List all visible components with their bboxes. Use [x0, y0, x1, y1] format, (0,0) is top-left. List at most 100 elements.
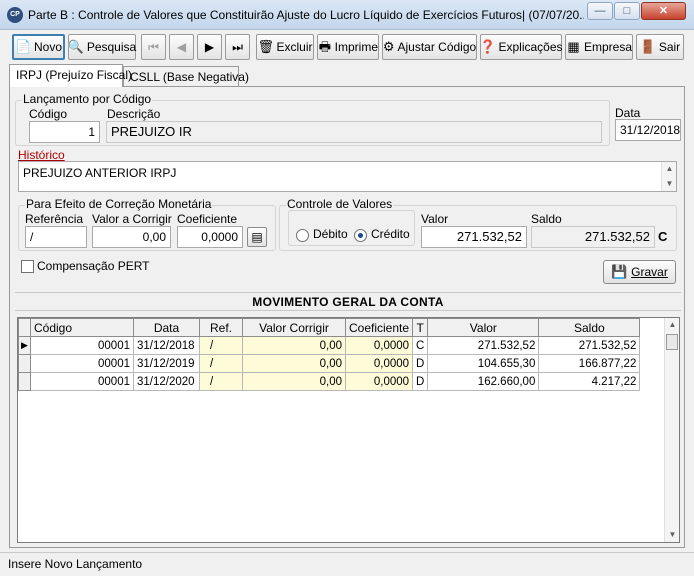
cell-saldo[interactable]: 4.217,22: [538, 372, 641, 391]
cell-tipo[interactable]: C: [412, 336, 429, 355]
table-header-row: Código Data Ref. Valor Corrigir Coeficie…: [18, 318, 641, 337]
historico-text: PREJUIZO ANTERIOR IRPJ: [23, 166, 177, 180]
col-header-tipo[interactable]: T: [412, 318, 429, 337]
cell-data[interactable]: 31/12/2019: [133, 354, 200, 373]
col-header-codigo[interactable]: Código: [30, 318, 134, 337]
minimize-button[interactable]: —: [587, 2, 613, 20]
data-label: Data: [615, 106, 641, 120]
cell-valor[interactable]: 271.532,52: [427, 336, 540, 355]
cell-coeficiente[interactable]: 0,0000: [344, 336, 414, 355]
cell-coeficiente[interactable]: 0,0000: [344, 372, 414, 391]
coeficiente-input[interactable]: 0,0000: [177, 226, 243, 248]
cell-tipo[interactable]: D: [412, 372, 429, 391]
lancamento-group-label: Lançamento por Código: [22, 92, 153, 106]
grid-scrollbar[interactable]: ▲ ▼: [664, 318, 679, 542]
historico-textarea[interactable]: PREJUIZO ANTERIOR IRPJ ▲ ▼: [18, 161, 677, 192]
debito-radio[interactable]: [296, 229, 309, 242]
table-row[interactable]: 00001 31/12/2020 / 0,00 0,0000 D 162.660…: [18, 372, 641, 391]
cell-codigo[interactable]: 00001: [30, 336, 134, 355]
table-row[interactable]: ▶ 00001 31/12/2018 / 0,00 0,0000 C 271.5…: [18, 336, 641, 355]
pert-checkbox[interactable]: [21, 260, 34, 273]
cell-codigo[interactable]: 00001: [30, 372, 134, 391]
saldo-field: 271.532,52: [531, 226, 655, 248]
tab-csll[interactable]: CSLL (Base Negativa): [123, 66, 249, 87]
movimento-grid[interactable]: Código Data Ref. Valor Corrigir Coeficie…: [17, 317, 680, 543]
referencia-input[interactable]: /: [25, 226, 87, 248]
pesquisa-button[interactable]: 🔍 Pesquisa: [68, 34, 136, 60]
scroll-up-icon[interactable]: ▲: [662, 162, 676, 176]
col-header-data[interactable]: Data: [133, 318, 200, 337]
historico-label: Histórico: [18, 148, 65, 162]
cell-ref[interactable]: /: [199, 372, 243, 391]
codigo-input[interactable]: 1: [29, 121, 100, 143]
cell-data[interactable]: 31/12/2018: [133, 336, 200, 355]
cell-tipo[interactable]: D: [412, 354, 429, 373]
cell-data[interactable]: 31/12/2020: [133, 372, 200, 391]
current-row-arrow-icon: ▶: [18, 336, 31, 355]
last-record-button[interactable]: ⏭: [225, 34, 250, 60]
calculator-icon[interactable]: ▤: [247, 227, 267, 247]
prev-record-button[interactable]: ◀: [169, 34, 194, 60]
cell-ref[interactable]: /: [199, 354, 243, 373]
descricao-field: PREJUIZO IR: [106, 121, 602, 143]
table-row[interactable]: 00001 31/12/2019 / 0,00 0,0000 D 104.655…: [18, 354, 641, 373]
exit-door-icon: 🚪: [639, 39, 657, 54]
valor-corrigir-input[interactable]: 0,00: [92, 226, 171, 248]
cell-valor[interactable]: 162.660,00: [427, 372, 540, 391]
tab-panel-irpj: Lançamento por Código Código 1 Descrição…: [9, 86, 685, 548]
next-record-button[interactable]: ▶: [197, 34, 222, 60]
cell-valor[interactable]: 104.655,30: [427, 354, 540, 373]
title-bar: CP Parte B : Controle de Valores que Con…: [0, 0, 694, 30]
cell-saldo[interactable]: 166.877,22: [538, 354, 641, 373]
building-icon: ▦: [567, 39, 580, 54]
empresa-button[interactable]: ▦ Empresa: [565, 34, 633, 60]
scroll-down-icon[interactable]: ▼: [662, 177, 676, 191]
credito-label: Crédito: [371, 227, 410, 241]
credito-radio[interactable]: [354, 229, 367, 242]
imprime-label: Imprime: [334, 40, 378, 54]
col-header-valor-corrigir[interactable]: Valor Corrigir: [242, 318, 346, 337]
cell-valor-corrigir[interactable]: 0,00: [242, 354, 346, 373]
historico-scrollbar[interactable]: ▲ ▼: [661, 162, 676, 191]
correcao-group-label: Para Efeito de Correção Monetária: [25, 197, 213, 211]
cell-coeficiente[interactable]: 0,0000: [344, 354, 414, 373]
toolbar: 📄 Novo 🔍 Pesquisa ⏮ ◀ ▶ ⏭ 🗑 Excluir 🖶 Im…: [8, 34, 688, 60]
search-icon: 🔍: [67, 39, 84, 54]
ajustar-codigo-button[interactable]: ⚙ Ajustar Código: [382, 34, 477, 60]
status-bar: Insere Novo Lançamento: [0, 552, 694, 576]
indicator-header: [18, 318, 31, 337]
excluir-label: Excluir: [276, 40, 313, 54]
imprime-button[interactable]: 🖶 Imprime: [317, 34, 379, 60]
printer-icon: 🖶: [318, 39, 331, 54]
first-record-button[interactable]: ⏮: [141, 34, 166, 60]
col-header-ref[interactable]: Ref.: [199, 318, 243, 337]
gear-icon: ⚙: [382, 39, 395, 54]
cell-valor-corrigir[interactable]: 0,00: [242, 336, 346, 355]
cell-codigo[interactable]: 00001: [30, 354, 134, 373]
col-header-coeficiente[interactable]: Coeficiente: [344, 318, 414, 337]
cell-saldo[interactable]: 271.532,52: [538, 336, 641, 355]
cell-valor-corrigir[interactable]: 0,00: [242, 372, 346, 391]
close-button[interactable]: ✕: [641, 2, 686, 20]
scroll-up-icon[interactable]: ▲: [665, 318, 680, 332]
excluir-button[interactable]: 🗑 Excluir: [256, 34, 314, 60]
sair-button[interactable]: 🚪 Sair: [636, 34, 684, 60]
movimento-title: MOVIMENTO GERAL DA CONTA: [15, 292, 681, 311]
explicacoes-button[interactable]: ❓ Explicações: [479, 34, 563, 60]
novo-button[interactable]: 📄 Novo: [12, 34, 65, 60]
tab-irpj[interactable]: IRPJ (Prejuízo Fiscal): [9, 64, 132, 87]
scroll-down-icon[interactable]: ▼: [665, 528, 680, 542]
coeficiente-label: Coeficiente: [177, 212, 238, 226]
row-indicator: [18, 372, 31, 391]
saldo-indicator: C: [658, 229, 668, 244]
gravar-label: Gravar: [631, 265, 668, 279]
col-header-saldo[interactable]: Saldo: [538, 318, 641, 337]
col-header-valor[interactable]: Valor: [427, 318, 540, 337]
scroll-thumb[interactable]: [666, 334, 678, 350]
debito-label: Débito: [313, 227, 348, 241]
maximize-button[interactable]: □: [614, 2, 640, 20]
data-input[interactable]: 31/12/2018: [615, 119, 681, 141]
valor-input[interactable]: 271.532,52: [421, 226, 527, 248]
gravar-button[interactable]: 💾 Gravar: [603, 260, 676, 284]
cell-ref[interactable]: /: [199, 336, 243, 355]
